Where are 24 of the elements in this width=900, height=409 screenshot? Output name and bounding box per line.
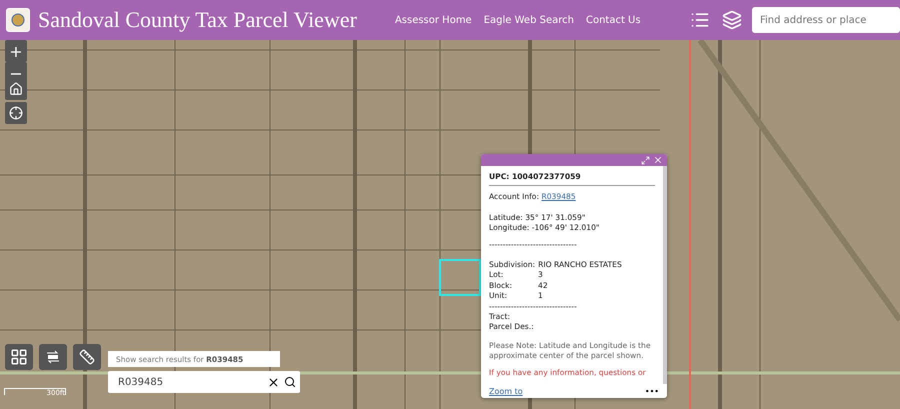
zoom-to-link[interactable]: Zoom to <box>489 386 523 396</box>
coordinates-button[interactable] <box>39 344 67 370</box>
header-link[interactable]: Eagle Web Search <box>484 14 574 26</box>
grid-icon <box>10 348 28 366</box>
search-box[interactable]: R039485 <box>108 371 300 393</box>
header-link[interactable]: Contact Us <box>586 14 641 26</box>
county-seal-icon <box>6 8 30 32</box>
locate-icon <box>9 106 23 120</box>
header-link[interactable]: Assessor Home <box>394 14 472 26</box>
app-title: Sandoval County Tax Parcel Viewer <box>38 7 357 33</box>
more-menu[interactable]: ••• <box>644 386 659 396</box>
ruler-icon <box>79 349 95 365</box>
zoom-in-button[interactable]: + <box>5 40 27 62</box>
close-icon[interactable] <box>653 155 663 165</box>
home-icon <box>9 82 23 96</box>
maximize-icon[interactable] <box>641 156 650 164</box>
clear-icon[interactable] <box>267 376 280 388</box>
ruler-button[interactable] <box>73 344 101 370</box>
grid-button[interactable] <box>5 344 33 370</box>
search-icon[interactable] <box>284 376 296 388</box>
layers-icon[interactable] <box>720 8 744 32</box>
locate-button[interactable] <box>5 102 27 124</box>
arrows-icon <box>45 350 61 364</box>
search-field[interactable]: Find address or place <box>752 7 900 33</box>
